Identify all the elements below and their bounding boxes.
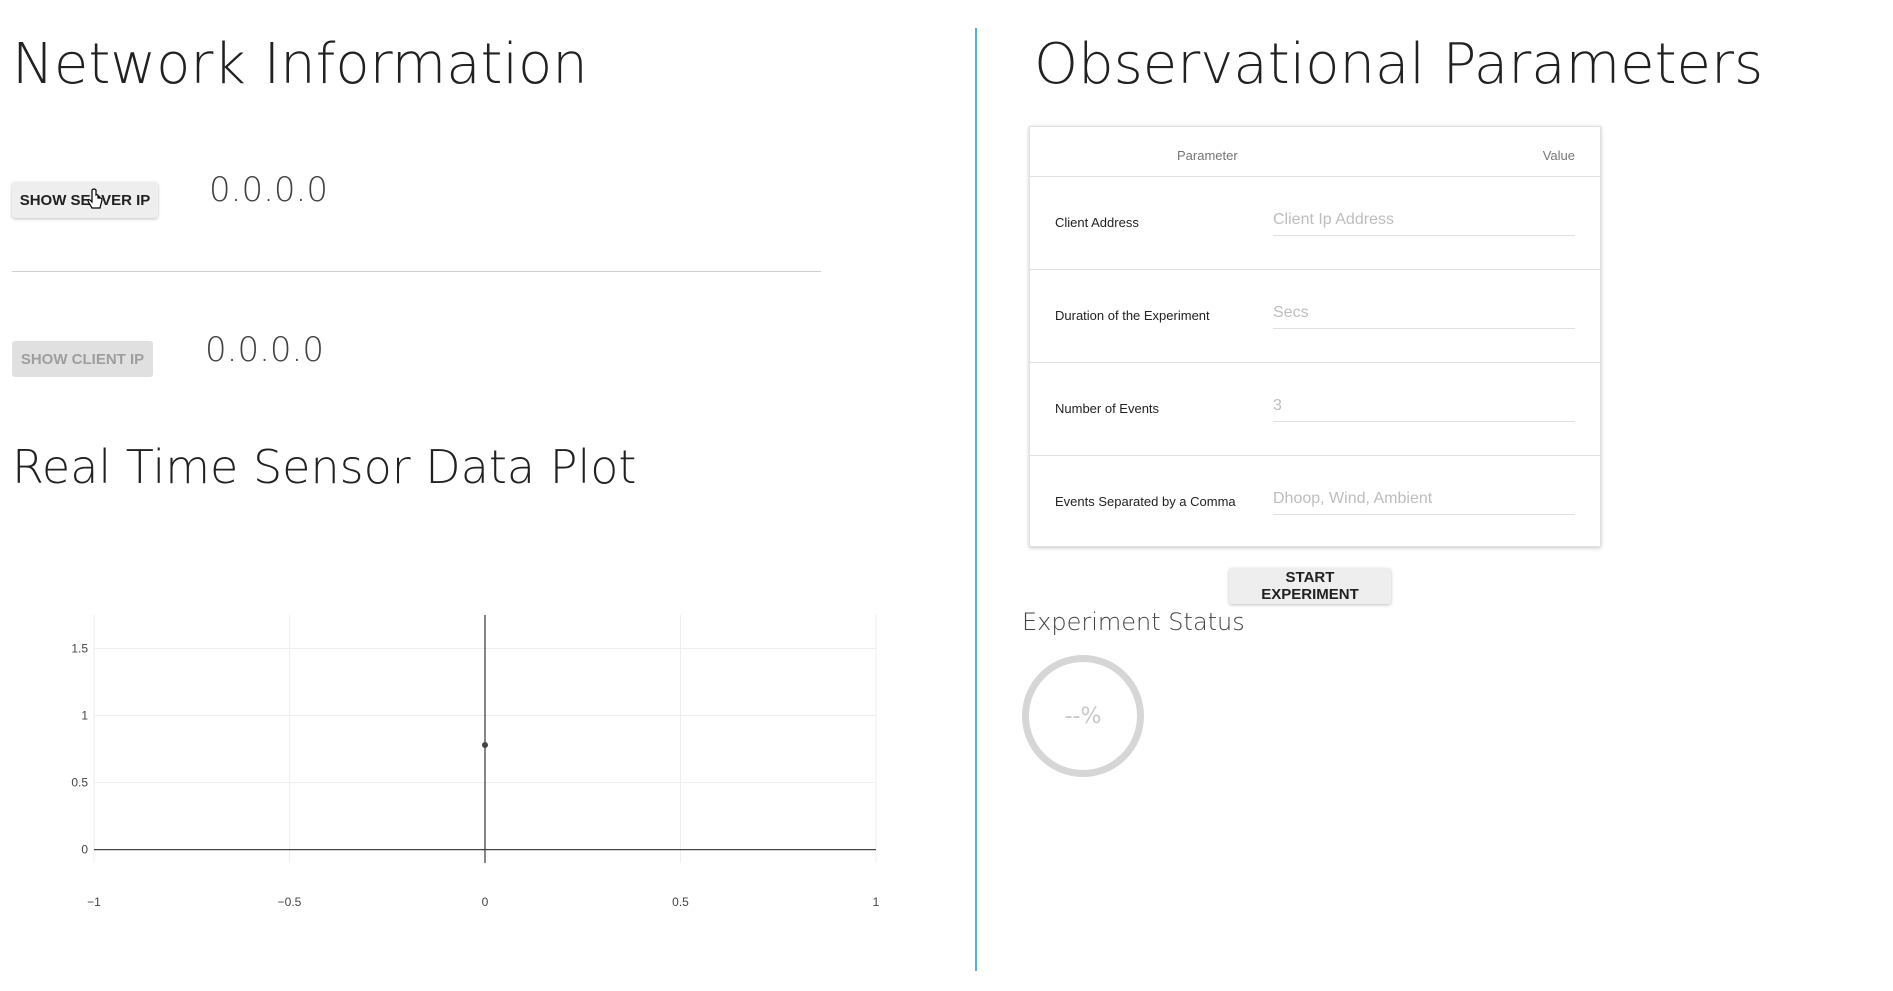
network-divider	[12, 271, 821, 272]
show-client-ip-button[interactable]: SHOW CLIENT IP	[12, 341, 153, 377]
x-tick-label: 1	[873, 895, 880, 909]
experiment-status-title: Experiment Status	[1022, 608, 1245, 636]
duration-input[interactable]	[1273, 298, 1575, 329]
number-of-events-input[interactable]	[1273, 391, 1575, 422]
server-ip-value: 0.0.0.0	[209, 170, 328, 210]
y-tick-label: 1.5	[71, 642, 88, 656]
real-time-plot-title: Real Time Sensor Data Plot	[12, 440, 637, 494]
observational-parameters-title: Observational Parameters	[1034, 32, 1764, 97]
pointer-cursor-icon	[87, 188, 103, 209]
events-list-label: Events Separated by a Comma	[1055, 494, 1236, 509]
data-point	[482, 742, 488, 749]
parameters-table: Parameter Value Client Address Duration …	[1029, 126, 1601, 547]
x-tick-label: −0.5	[278, 895, 302, 909]
param-row-number-of-events: Number of Events	[1030, 363, 1600, 456]
client-address-input[interactable]	[1273, 205, 1575, 236]
number-of-events-label: Number of Events	[1055, 401, 1160, 416]
param-row-duration: Duration of the Experiment	[1030, 270, 1600, 363]
x-tick-label: 0.5	[672, 895, 689, 909]
network-information-title: Network Information	[12, 32, 588, 97]
column-divider	[975, 28, 977, 971]
show-server-ip-button[interactable]: SHOW SERVER IP	[12, 182, 158, 218]
duration-label: Duration of the Experiment	[1055, 308, 1210, 323]
client-address-label: Client Address	[1055, 215, 1139, 230]
y-tick-label: 1	[81, 709, 88, 723]
experiment-progress-text: --%	[1064, 703, 1102, 729]
client-ip-value: 0.0.0.0	[205, 330, 324, 370]
value-column-header: Value	[1542, 148, 1575, 163]
x-tick-label: −1	[87, 895, 101, 909]
y-tick-label: 0.5	[71, 776, 88, 790]
experiment-progress-ring: --%	[1022, 655, 1144, 777]
param-row-events-list: Events Separated by a Comma	[1030, 456, 1600, 548]
param-row-client-address: Client Address	[1030, 177, 1600, 270]
sensor-data-chart: −1 −0.5 0 0.5 1 0 0.5 1 1.5	[71, 615, 880, 909]
x-tick-label: 0	[482, 895, 489, 909]
y-tick-label: 0	[81, 843, 88, 857]
start-experiment-button[interactable]: START EXPERIMENT	[1229, 568, 1391, 604]
parameters-table-header: Parameter Value	[1030, 127, 1600, 177]
events-list-input[interactable]	[1273, 484, 1575, 515]
parameter-column-header: Parameter	[1177, 148, 1238, 163]
